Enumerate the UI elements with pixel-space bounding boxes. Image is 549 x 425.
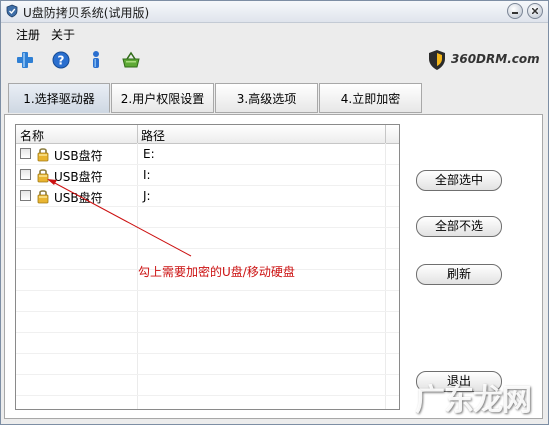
menu-register[interactable]: 注册 — [16, 26, 40, 43]
brand-text: 360DRM.com — [451, 52, 540, 66]
menu-about[interactable]: 关于 — [51, 26, 75, 43]
drive-checkbox[interactable] — [20, 190, 31, 201]
add-button[interactable] — [14, 49, 36, 71]
grid-line — [16, 248, 399, 249]
lock-icon — [37, 148, 49, 162]
drive-name: USB盘符 — [54, 170, 103, 184]
grid-line — [16, 290, 399, 291]
tab-advanced-options[interactable]: 3.高级选项 — [215, 83, 318, 113]
drive-name: USB盘符 — [54, 149, 103, 163]
grid-line — [16, 395, 399, 396]
grid-line — [16, 332, 399, 333]
wizard-tabs: 1.选择驱动器 2.用户权限设置 3.高级选项 4.立即加密 — [8, 83, 538, 114]
drive-name: USB盘符 — [54, 191, 103, 205]
grid-line — [16, 353, 399, 354]
select-all-button[interactable]: 全部选中 — [416, 170, 502, 191]
window-title: U盘防拷贝系统(试用版) — [23, 6, 150, 20]
drive-path: E: — [143, 147, 155, 161]
drive-path: J: — [143, 189, 151, 203]
brand-logo: 360DRM.com — [427, 47, 542, 73]
app-window: U盘防拷贝系统(试用版) 注册 关于 ? 360DRM.com 1.选择驱动器 … — [0, 0, 549, 425]
drive-checkbox[interactable] — [20, 148, 31, 159]
grid-line — [16, 311, 399, 312]
watermark-text: 广东龙网 — [415, 383, 532, 418]
shield-app-icon — [6, 4, 18, 18]
grid-line — [16, 227, 399, 228]
close-button[interactable] — [527, 3, 543, 19]
drive-checkbox[interactable] — [20, 169, 31, 180]
info-button[interactable] — [85, 49, 107, 71]
column-separator — [385, 125, 386, 143]
menu-bar: 注册 关于 — [1, 23, 548, 43]
table-row[interactable]: USB盘符 E: — [16, 144, 399, 165]
minimize-icon — [512, 12, 518, 14]
lock-icon — [37, 190, 49, 204]
svg-text:?: ? — [58, 54, 65, 68]
tab-user-permissions[interactable]: 2.用户权限设置 — [111, 83, 214, 113]
tab-encrypt-now[interactable]: 4.立即加密 — [319, 83, 422, 113]
grid-line — [16, 374, 399, 375]
plus-icon — [17, 52, 33, 68]
drive-path: I: — [143, 168, 151, 182]
close-icon — [532, 8, 538, 14]
lock-icon — [37, 169, 49, 183]
info-icon — [93, 51, 99, 68]
shield-logo-icon — [429, 50, 445, 70]
refresh-button[interactable]: 刷新 — [416, 264, 502, 285]
basket-button[interactable] — [120, 49, 142, 71]
basket-icon — [122, 51, 140, 68]
tab-select-drive[interactable]: 1.选择驱动器 — [8, 83, 110, 113]
title-bar: U盘防拷贝系统(试用版) — [1, 1, 548, 23]
deselect-all-button[interactable]: 全部不选 — [416, 216, 502, 237]
column-header-path[interactable]: 路径 — [141, 127, 165, 144]
table-row[interactable]: USB盘符 I: — [16, 165, 399, 186]
column-header-name[interactable]: 名称 — [20, 127, 44, 144]
help-icon: ? — [52, 51, 70, 69]
annotation-text: 勾上需要加密的U盘/移动硬盘 — [138, 265, 295, 279]
table-row[interactable]: USB盘符 J: — [16, 186, 399, 207]
column-separator — [137, 125, 138, 143]
minimize-button[interactable] — [507, 3, 523, 19]
list-header: 名称 路径 — [16, 125, 399, 144]
help-button[interactable]: ? — [50, 49, 72, 71]
